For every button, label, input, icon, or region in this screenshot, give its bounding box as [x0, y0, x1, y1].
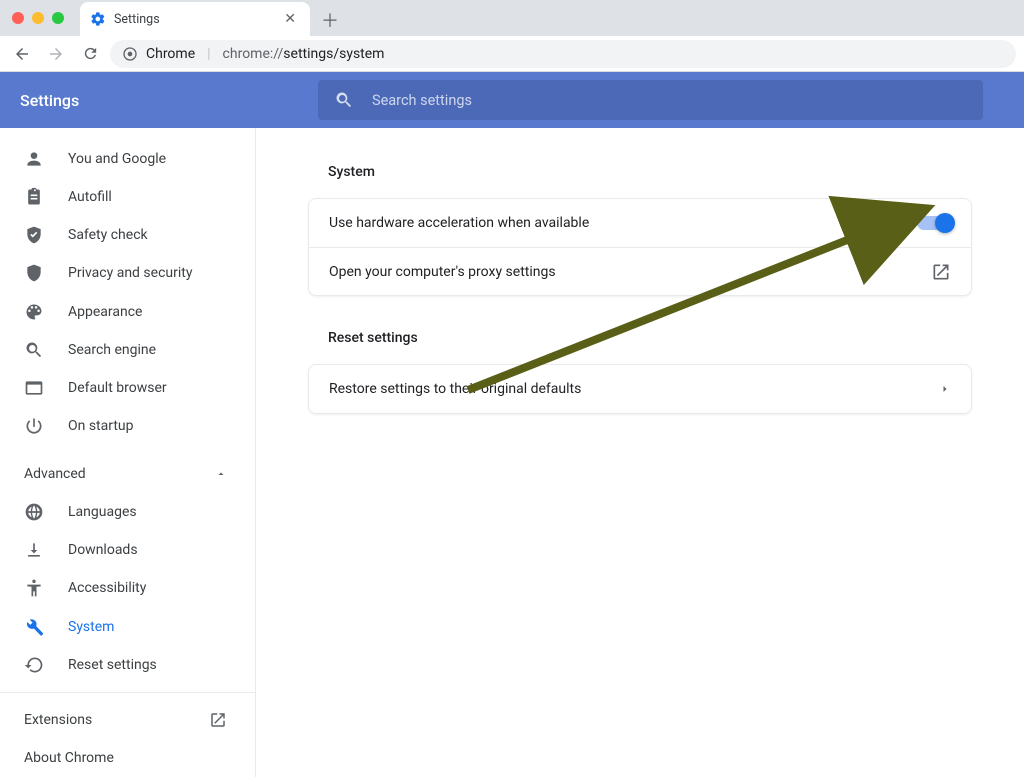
sidebar-item-label: Default browser	[68, 380, 255, 396]
new-tab-button[interactable]: ＋	[316, 6, 344, 34]
shield-icon	[24, 263, 44, 283]
sidebar-item-about-chrome[interactable]: About Chrome	[0, 739, 255, 777]
sidebar-item-label: You and Google	[68, 151, 255, 167]
power-icon	[24, 416, 44, 436]
sidebar-section-advanced[interactable]: Advanced	[0, 455, 255, 493]
url-separator: |	[207, 46, 210, 62]
row-label: Use hardware acceleration when available	[329, 215, 589, 231]
maximize-window-button[interactable]	[52, 12, 64, 24]
sidebar-item-label: Autofill	[68, 189, 255, 205]
sidebar-item-system[interactable]: System	[0, 608, 255, 646]
sidebar-item-label: Downloads	[68, 542, 255, 558]
search-input[interactable]	[372, 92, 967, 109]
section-title-system: System	[308, 152, 972, 198]
clipboard-icon	[24, 187, 44, 207]
url-scheme: chrome://	[223, 46, 284, 62]
section-title-reset: Reset settings	[308, 318, 972, 364]
gear-icon	[90, 11, 106, 27]
address-bar[interactable]: Chrome | chrome://settings/system	[110, 40, 1016, 68]
globe-icon	[24, 502, 44, 522]
sidebar-item-autofill[interactable]: Autofill	[0, 178, 255, 216]
minimize-window-button[interactable]	[32, 12, 44, 24]
advanced-label: Advanced	[24, 466, 86, 482]
settings-search[interactable]	[318, 80, 983, 120]
extensions-label: Extensions	[24, 712, 201, 728]
row-label: Open your computer's proxy settings	[329, 264, 556, 280]
sidebar-item-label: On startup	[68, 418, 255, 434]
restore-icon	[24, 655, 44, 675]
sidebar-item-label: Accessibility	[68, 580, 255, 596]
content-area: System Use hardware acceleration when av…	[256, 128, 1024, 777]
url-product: Chrome	[146, 46, 195, 62]
about-label: About Chrome	[24, 750, 114, 766]
browser-icon	[24, 378, 44, 398]
sidebar-item-label: Search engine	[68, 342, 255, 358]
shield-check-icon	[24, 225, 44, 245]
window-controls[interactable]	[12, 12, 64, 24]
section-system: System Use hardware acceleration when av…	[308, 152, 972, 296]
tab-title: Settings	[114, 12, 272, 27]
sidebar-item-search-engine[interactable]: Search engine	[0, 331, 255, 369]
settings-header: Settings	[0, 72, 1024, 128]
forward-button[interactable]	[42, 40, 70, 68]
sidebar-item-appearance[interactable]: Appearance	[0, 293, 255, 331]
reload-button[interactable]	[76, 40, 104, 68]
row-hardware-acceleration[interactable]: Use hardware acceleration when available	[309, 199, 971, 247]
sidebar-item-label: Reset settings	[68, 657, 255, 673]
sidebar-item-on-startup[interactable]: On startup	[0, 407, 255, 445]
search-icon	[334, 90, 354, 110]
sidebar-item-label: System	[68, 619, 255, 635]
row-proxy-settings[interactable]: Open your computer's proxy settings	[309, 247, 971, 295]
sidebar-item-default-browser[interactable]: Default browser	[0, 369, 255, 407]
search-icon	[24, 340, 44, 360]
sidebar-item-safety-check[interactable]: Safety check	[0, 216, 255, 254]
accessibility-icon	[24, 578, 44, 598]
chevron-up-icon	[215, 468, 227, 480]
card-system: Use hardware acceleration when available…	[308, 198, 972, 296]
close-tab-button[interactable]: ✕	[280, 11, 300, 27]
tab-strip: Settings ✕ ＋	[0, 0, 1024, 36]
site-info-icon	[122, 46, 138, 62]
open-external-icon	[209, 711, 227, 729]
sidebar-item-extensions[interactable]: Extensions	[0, 701, 255, 739]
download-icon	[24, 540, 44, 560]
close-window-button[interactable]	[12, 12, 24, 24]
row-label: Restore settings to their original defau…	[329, 381, 581, 397]
sidebar-item-privacy[interactable]: Privacy and security	[0, 254, 255, 292]
sidebar: You and Google Autofill Safety check Pri…	[0, 128, 256, 777]
settings-body: You and Google Autofill Safety check Pri…	[0, 128, 1024, 777]
sidebar-divider	[0, 692, 255, 693]
sidebar-item-downloads[interactable]: Downloads	[0, 531, 255, 569]
row-restore-defaults[interactable]: Restore settings to their original defau…	[309, 365, 971, 413]
browser-toolbar: Chrome | chrome://settings/system	[0, 36, 1024, 72]
sidebar-item-accessibility[interactable]: Accessibility	[0, 569, 255, 607]
url-path: settings/system	[283, 46, 384, 62]
section-reset: Reset settings Restore settings to their…	[308, 318, 972, 414]
card-reset: Restore settings to their original defau…	[308, 364, 972, 414]
palette-icon	[24, 302, 44, 322]
sidebar-item-label: Languages	[68, 504, 255, 520]
sidebar-item-label: Appearance	[68, 304, 255, 320]
sidebar-item-label: Privacy and security	[68, 265, 255, 281]
wrench-icon	[24, 617, 44, 637]
sidebar-item-label: Safety check	[68, 227, 255, 243]
back-button[interactable]	[8, 40, 36, 68]
open-external-icon	[931, 262, 951, 282]
browser-chrome: Settings ✕ ＋ Chrome | chrome://settings/…	[0, 0, 1024, 72]
chevron-right-icon	[939, 383, 951, 395]
browser-tab[interactable]: Settings ✕	[80, 2, 310, 36]
toggle-hardware-acceleration[interactable]	[917, 216, 951, 230]
person-icon	[24, 149, 44, 169]
sidebar-item-you-and-google[interactable]: You and Google	[0, 140, 255, 178]
settings-title: Settings	[20, 91, 290, 110]
sidebar-item-reset-settings[interactable]: Reset settings	[0, 646, 255, 684]
sidebar-item-languages[interactable]: Languages	[0, 493, 255, 531]
